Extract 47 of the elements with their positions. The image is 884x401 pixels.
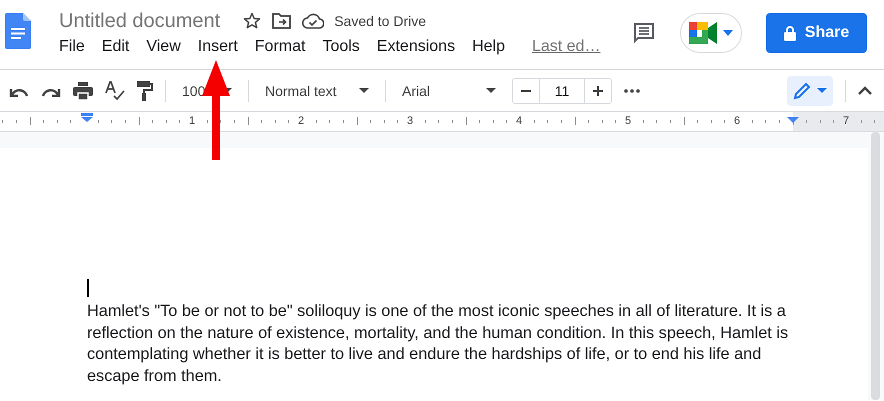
ruler-number: 6 [734,115,740,127]
menu-item[interactable]: Edit [102,38,130,56]
menu-item[interactable]: Tools [322,38,360,56]
ruler-number: 3 [407,115,414,127]
paint-roller-icon[interactable] [137,80,153,100]
ruler-number: 4 [516,115,522,127]
share-button[interactable]: Share [766,13,867,53]
font-dropdown[interactable]: Arial [398,76,500,106]
caret-icon [817,88,827,93]
star-icon[interactable] [242,11,262,31]
ruler-number: 5 [625,115,632,127]
last-edit-link[interactable]: Last ed… [532,38,600,56]
caret-icon [486,88,496,93]
menu-item[interactable]: Extensions [376,38,456,56]
menu-item[interactable]: Format [254,38,306,56]
menu-item[interactable]: Help [472,38,505,56]
ruler-number: 1 [189,115,196,127]
document-title[interactable]: Untitled document [59,10,220,32]
more-icon[interactable] [624,88,640,92]
folder-icon[interactable] [272,12,292,30]
print-icon[interactable] [73,82,93,100]
ruler-number: 2 [298,115,304,127]
plus-icon [593,86,603,96]
spellcheck-icon[interactable] [105,80,125,100]
chevron-up-icon[interactable] [858,86,872,95]
menu-item[interactable]: Insert [198,38,238,56]
caret-icon [359,88,369,93]
indent-marker-icon[interactable] [81,113,93,122]
save-status: Saved to Drive [334,13,426,29]
ruler[interactable]: 1 2 3 4 5 6 7 [0,112,884,132]
menu-item[interactable]: View [146,38,181,56]
docs-logo-icon[interactable] [5,13,31,49]
margin-marker-icon[interactable] [787,117,799,123]
cloud-check-icon [302,13,324,29]
comment-icon[interactable] [632,21,656,45]
pencil-icon [793,82,811,100]
lock-icon [784,26,796,40]
scrollbar[interactable] [871,132,880,400]
minus-icon [521,90,531,92]
text-cursor [87,279,89,297]
paragraph: Hamlet's "To be or not to be" soliloquy is one of the most iconic speeches in all of literature. It is a reflection on the nature of existence, mortality, and the human condition. In this speech, Hamlet is contemplating whether it is better to live and endure the hardships of life, or to end his life and escape from them. [87,301,790,388]
editing-mode-button[interactable] [787,76,833,106]
ruler-number: 7 [843,115,850,127]
video-camera-icon [689,22,717,44]
menu-item[interactable]: File [59,38,85,56]
caret-icon [723,30,733,36]
paragraph-style-dropdown[interactable]: Normal text [261,76,373,106]
